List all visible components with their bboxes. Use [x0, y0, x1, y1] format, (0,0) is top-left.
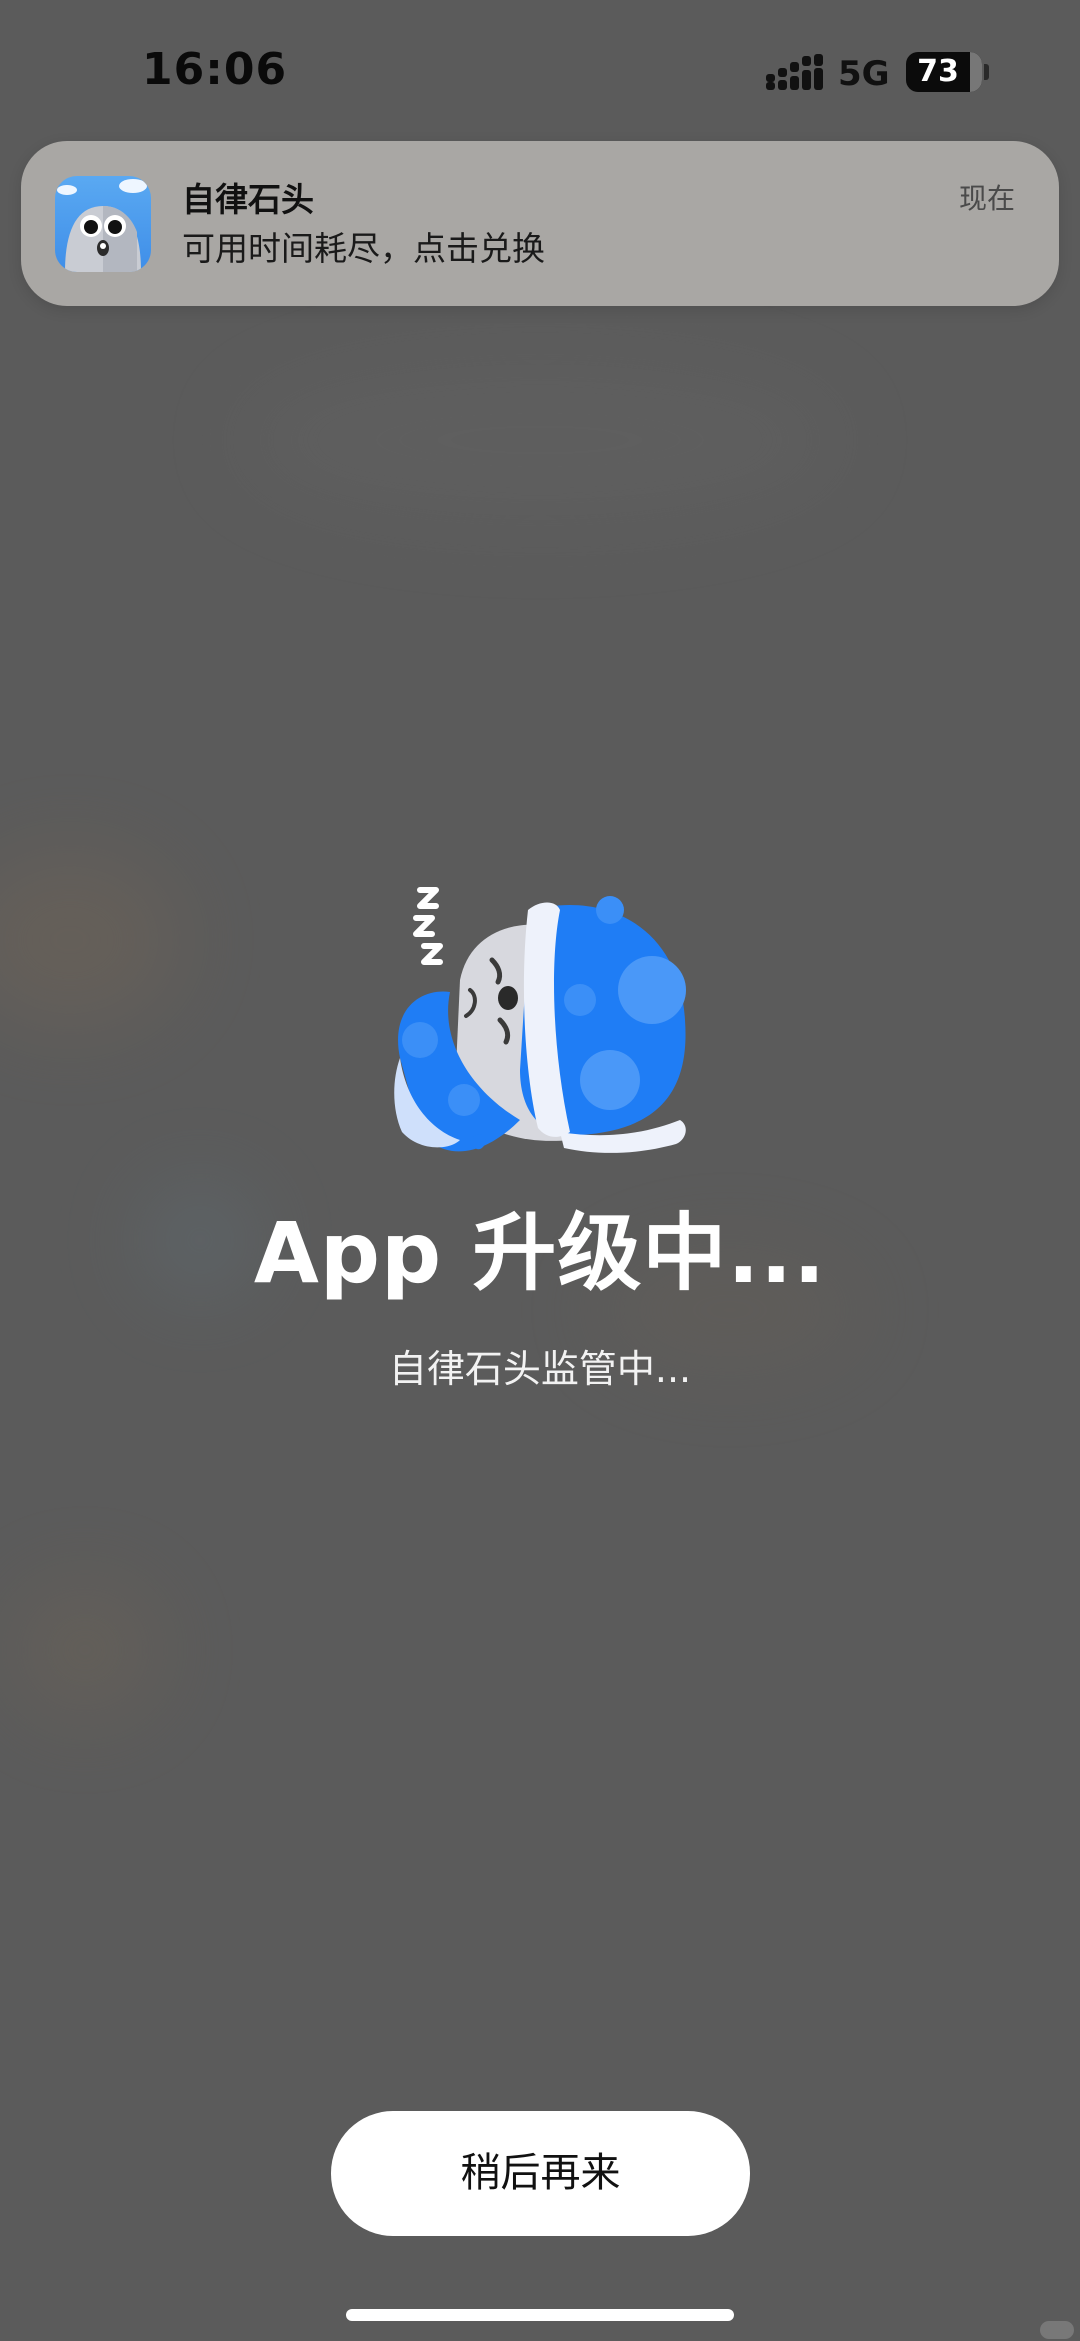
battery-empty-segment — [970, 52, 982, 92]
network-label: 5G — [838, 54, 890, 94]
background-blur — [240, 360, 840, 520]
battery-cap — [984, 64, 989, 80]
come-back-later-button[interactable]: 稍后再来 — [331, 2111, 750, 2236]
notification-banner[interactable]: 自律石头 可用时间耗尽，点击兑换 现在 — [21, 141, 1059, 306]
background-blur — [0, 850, 180, 1030]
page-subtitle: 自律石头监管中... — [388, 1347, 692, 1391]
screen: 16:06 5G 73 自律石头 可用时间耗尽，点击兑换 现在 App 升级中.… — [0, 0, 1080, 2341]
status-bar: 16:06 5G 73 — [0, 0, 1080, 140]
background-blur — [10, 1580, 160, 1720]
watermark-badge — [1040, 2321, 1074, 2339]
notification-app-name: 自律石头 — [182, 180, 314, 219]
app-stone-icon — [55, 176, 151, 272]
battery-level: 73 — [917, 54, 959, 89]
notification-time: 现在 — [958, 182, 1015, 215]
page-title: App 升级中... — [253, 1204, 827, 1302]
battery-icon: 73 — [906, 52, 982, 92]
status-time: 16:06 — [142, 44, 288, 95]
sleeping-stone-icon — [394, 887, 686, 1153]
cellular-signal-icon — [766, 54, 823, 90]
notification-message: 可用时间耗尽，点击兑换 — [182, 229, 545, 268]
home-indicator[interactable] — [346, 2309, 734, 2321]
